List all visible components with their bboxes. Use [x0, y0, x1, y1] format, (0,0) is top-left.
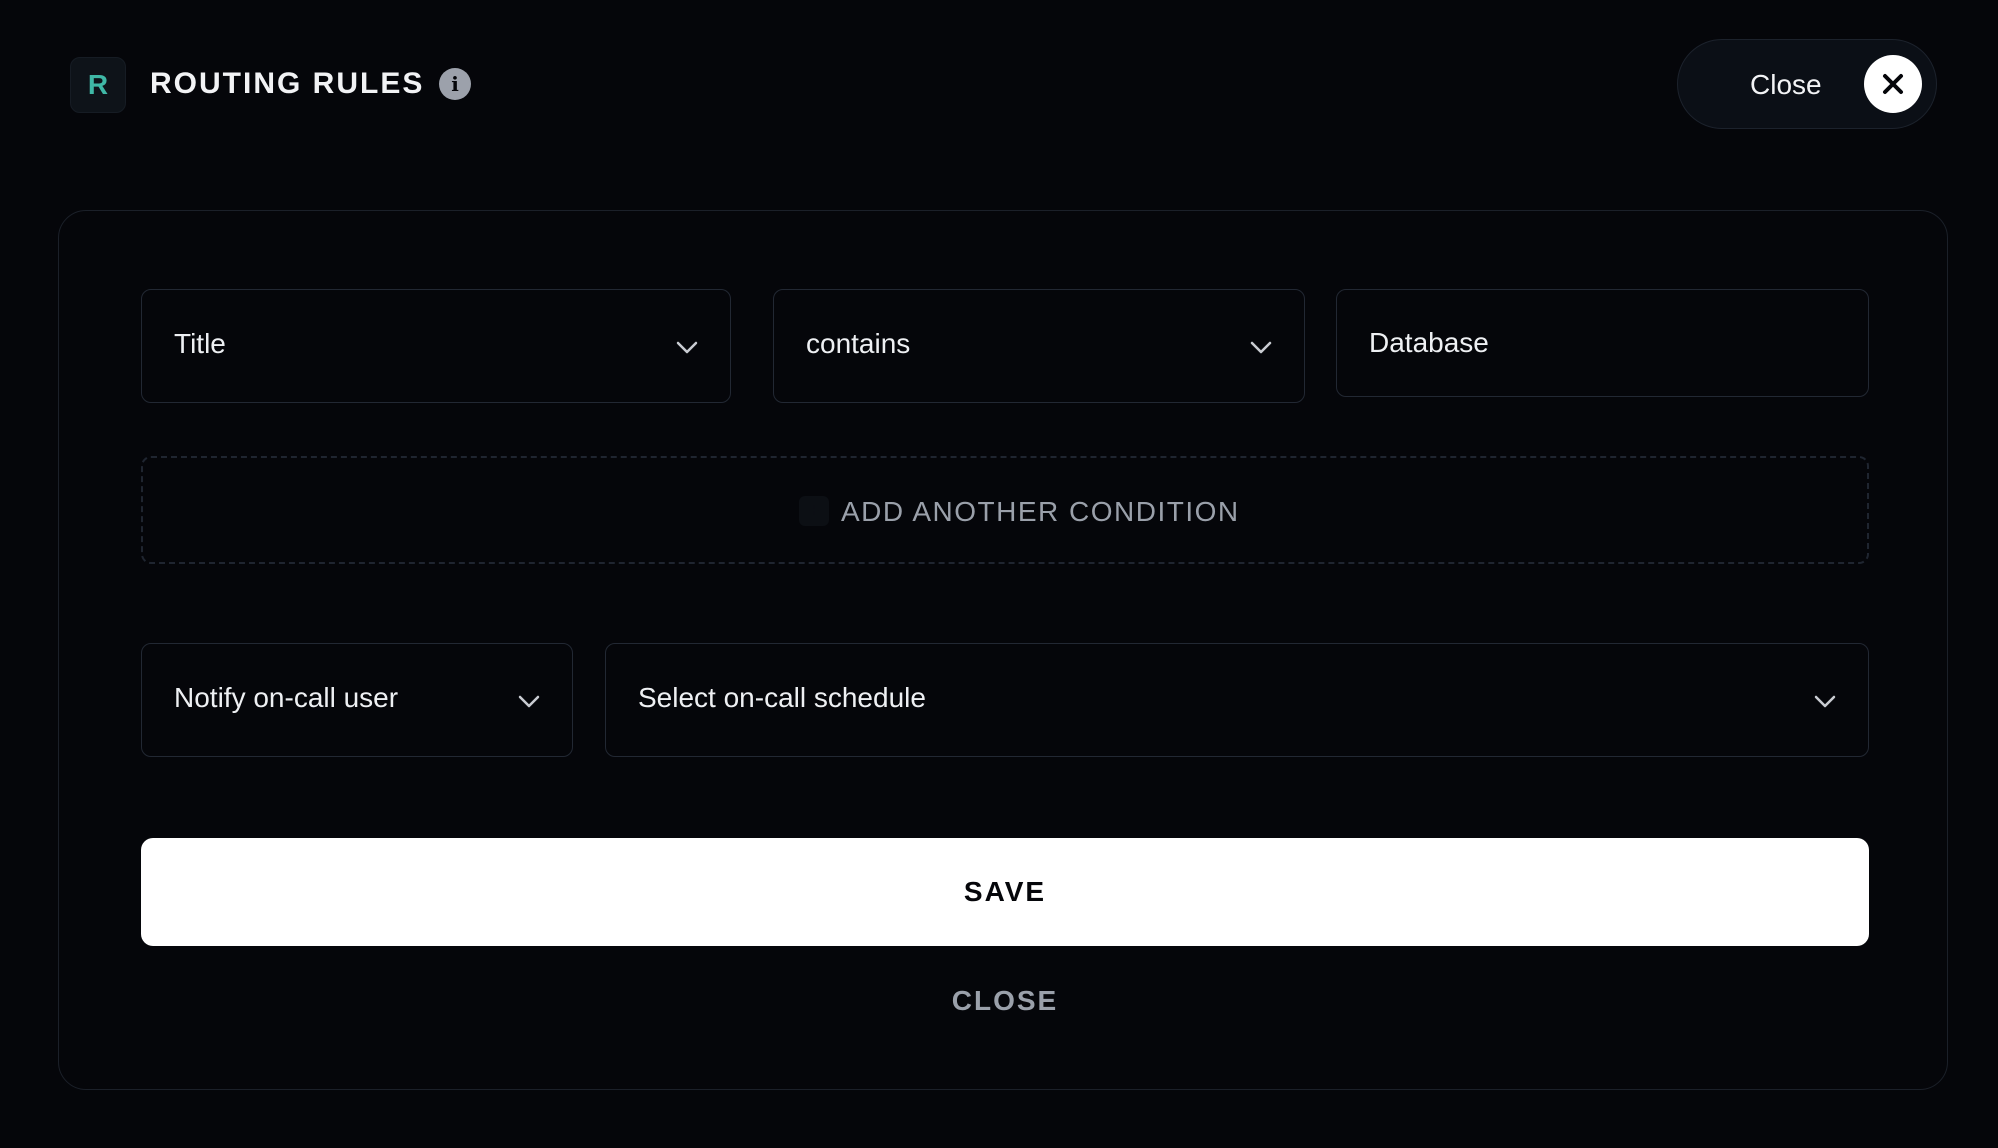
chevron-down-icon: [676, 341, 698, 354]
action-type-value: Notify on-call user: [174, 682, 399, 713]
close-icon[interactable]: [1864, 55, 1922, 113]
chevron-down-icon: [1814, 695, 1836, 708]
condition-field-select[interactable]: Title: [141, 289, 731, 403]
close-button[interactable]: CLOSE: [141, 971, 1869, 1031]
close-pill-button[interactable]: Close: [1677, 39, 1937, 129]
schedule-value: Select on-call schedule: [638, 682, 926, 713]
routing-rule-card: Title contains + ADD ANOTHER CONDITION N…: [58, 210, 1948, 1090]
info-icon[interactable]: i: [439, 68, 471, 100]
condition-value-input[interactable]: [1336, 289, 1869, 397]
add-condition-button[interactable]: + ADD ANOTHER CONDITION: [141, 456, 1869, 564]
action-type-select[interactable]: Notify on-call user: [141, 643, 573, 757]
save-button[interactable]: SAVE: [141, 838, 1869, 946]
condition-field-value: Title: [174, 328, 226, 359]
chevron-down-icon: [1250, 341, 1272, 354]
chevron-down-icon: [518, 695, 540, 708]
save-button-label: SAVE: [963, 876, 1047, 907]
add-condition-label: ADD ANOTHER CONDITION: [841, 496, 1240, 527]
logo-letter: R: [87, 69, 109, 100]
header: R ROUTING RULES i Close: [0, 0, 1998, 170]
condition-operator-value: contains: [806, 328, 911, 359]
condition-operator-select[interactable]: contains: [773, 289, 1305, 403]
schedule-select[interactable]: Select on-call schedule: [605, 643, 1869, 757]
info-glyph: i: [451, 72, 459, 96]
logo-badge: R: [70, 57, 126, 113]
plus-icon: +: [799, 496, 829, 526]
close-button-label: CLOSE: [951, 985, 1059, 1016]
close-pill-label: Close: [1750, 69, 1822, 100]
page-title: ROUTING RULES: [150, 67, 425, 100]
